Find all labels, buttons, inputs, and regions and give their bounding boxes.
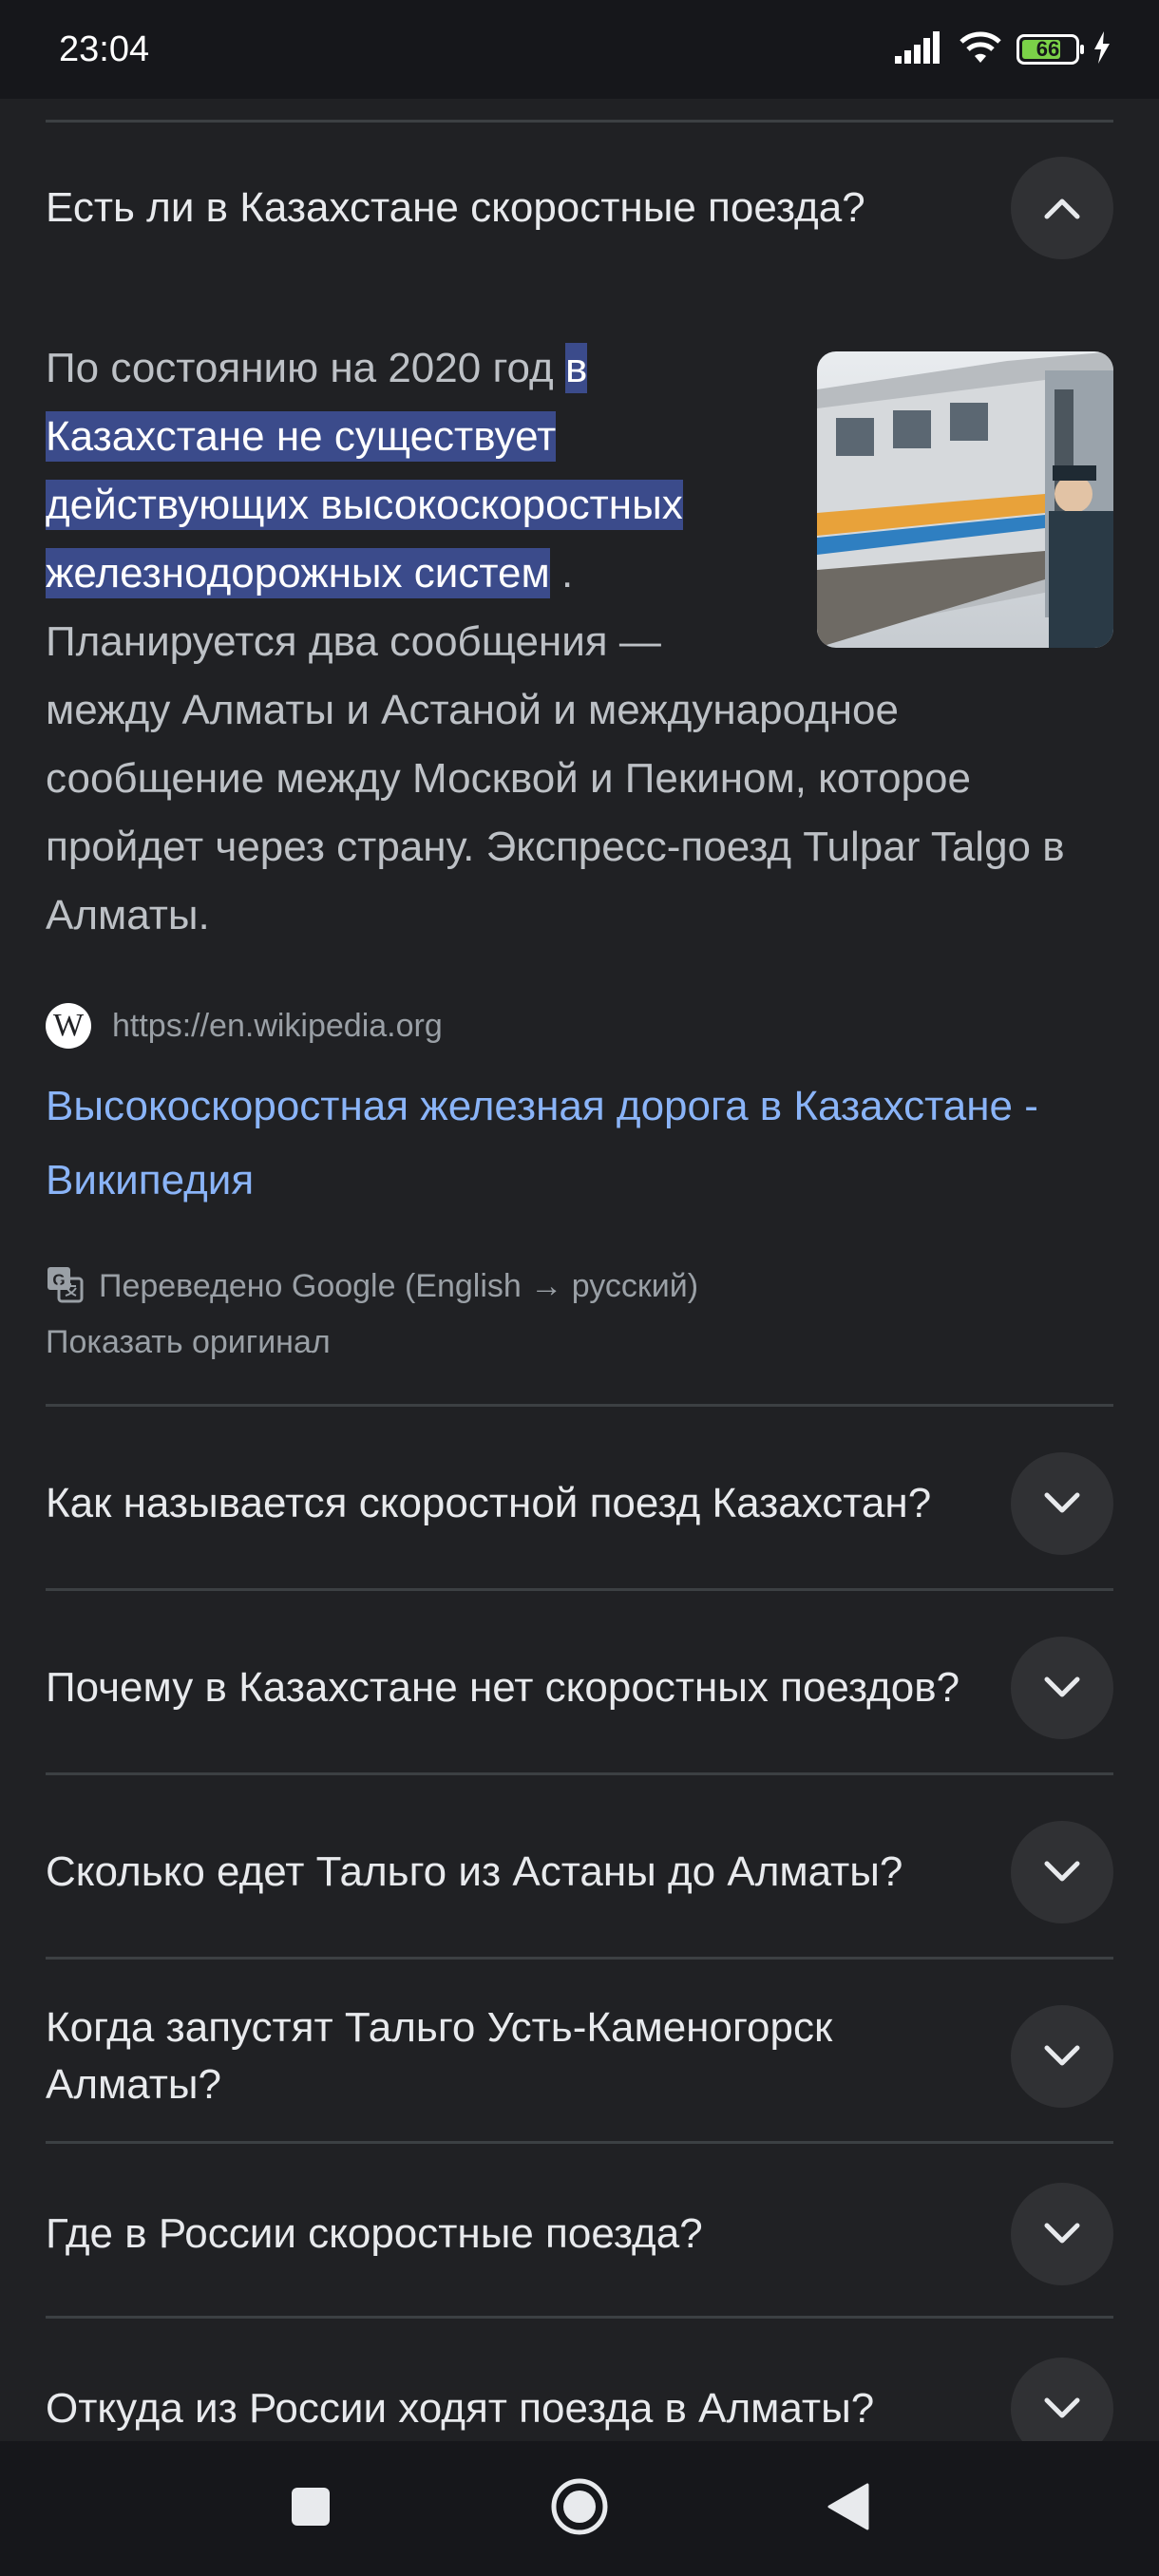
divider [46,1957,1113,1960]
charging-icon [1092,30,1112,68]
expand-button[interactable] [1011,2005,1113,2108]
signal-icon [895,30,944,68]
divider [46,2316,1113,2319]
home-button[interactable] [550,2477,609,2541]
question-row[interactable]: Как называется скоростной поезд Казахста… [46,1415,1113,1592]
expand-button[interactable] [1011,1637,1113,1739]
question-text: Есть ли в Казахстане скоростные поезда? [46,184,865,231]
translation-note-text: Переведено Google (English → русский) [99,1268,699,1304]
result-title-link[interactable]: Высокоскоростная железная дорога в Казах… [46,1070,1119,1218]
battery-level: 66 [1036,37,1060,61]
question-row[interactable]: Где в России скоростные поезда? [46,2152,1113,2316]
expand-button[interactable] [1011,1821,1113,1923]
question-text: Где в России скоростные поезда? [46,2210,703,2257]
divider [46,120,1113,123]
show-original-link[interactable]: Показать оригинал [46,1324,331,1361]
source-url[interactable]: https://en.wikipedia.org [112,1008,443,1045]
expand-button[interactable] [1011,2183,1113,2285]
wifi-icon [958,30,1003,69]
square-icon [292,2487,330,2526]
divider [46,1404,1113,1407]
expand-button[interactable] [1011,1452,1113,1555]
chevron-up-icon [1044,199,1080,219]
answer-snippet: По состоянию на 2020 год в Казахстане не… [46,334,1113,950]
train-image[interactable] [817,351,1113,648]
back-button[interactable] [827,2483,869,2535]
question-row[interactable]: Сколько едет Тальго из Астаны до Алматы? [46,1784,1113,1960]
question-text: Откуда из России ходят поезда в Алматы? [46,2385,875,2432]
chevron-down-icon [1044,1492,1080,1513]
recents-button[interactable] [290,2486,332,2532]
chevron-down-icon [1044,1676,1080,1697]
chevron-down-icon [1044,2223,1080,2244]
chevron-down-icon [1044,2045,1080,2066]
question-text: Как называется скоростной поезд Казахста… [46,1480,932,1526]
battery-icon: 66 [1016,34,1084,65]
triangle-back-icon [827,2483,869,2529]
expand-button[interactable] [1011,2358,1113,2441]
question-row[interactable]: Почему в Казахстане нет скоростных поезд… [46,1600,1113,1776]
answer-text-before: По состоянию на 2020 год [46,345,565,391]
wikipedia-logo-icon: W [46,1003,91,1049]
status-icons: 66 [895,30,1112,69]
status-bar: 23:04 66 [0,0,1159,99]
status-time: 23:04 [59,28,150,69]
expanded-question-row[interactable]: Есть ли в Казахстане скоростные поезда? [46,156,1113,260]
navigation-bar [0,2441,1159,2576]
circle-icon [551,2478,608,2534]
collapse-button[interactable] [1011,157,1113,259]
question-row[interactable]: Когда запустят Тальго Усть-Каменогорск А… [46,1968,1113,2145]
divider [46,1772,1113,1775]
question-row[interactable]: Откуда из России ходят поезда в Алматы? [46,2327,1113,2441]
people-also-ask-panel: Есть ли в Казахстане скоростные поезда? [0,99,1159,2441]
translation-note: G Переведено Google (English → русский) [46,1265,698,1308]
chevron-down-icon [1044,2397,1080,2418]
source-row[interactable]: W https://en.wikipedia.org [46,1003,443,1049]
divider [46,2141,1113,2144]
question-text: Почему в Казахстане нет скоростных поезд… [46,1664,960,1711]
question-text: Сколько едет Тальго из Астаны до Алматы? [46,1848,903,1895]
translate-icon: G [46,1265,84,1308]
chevron-down-icon [1044,1861,1080,1882]
question-text: Когда запустят Тальго Усть-Каменогорск А… [46,2004,833,2108]
divider [46,1588,1113,1591]
